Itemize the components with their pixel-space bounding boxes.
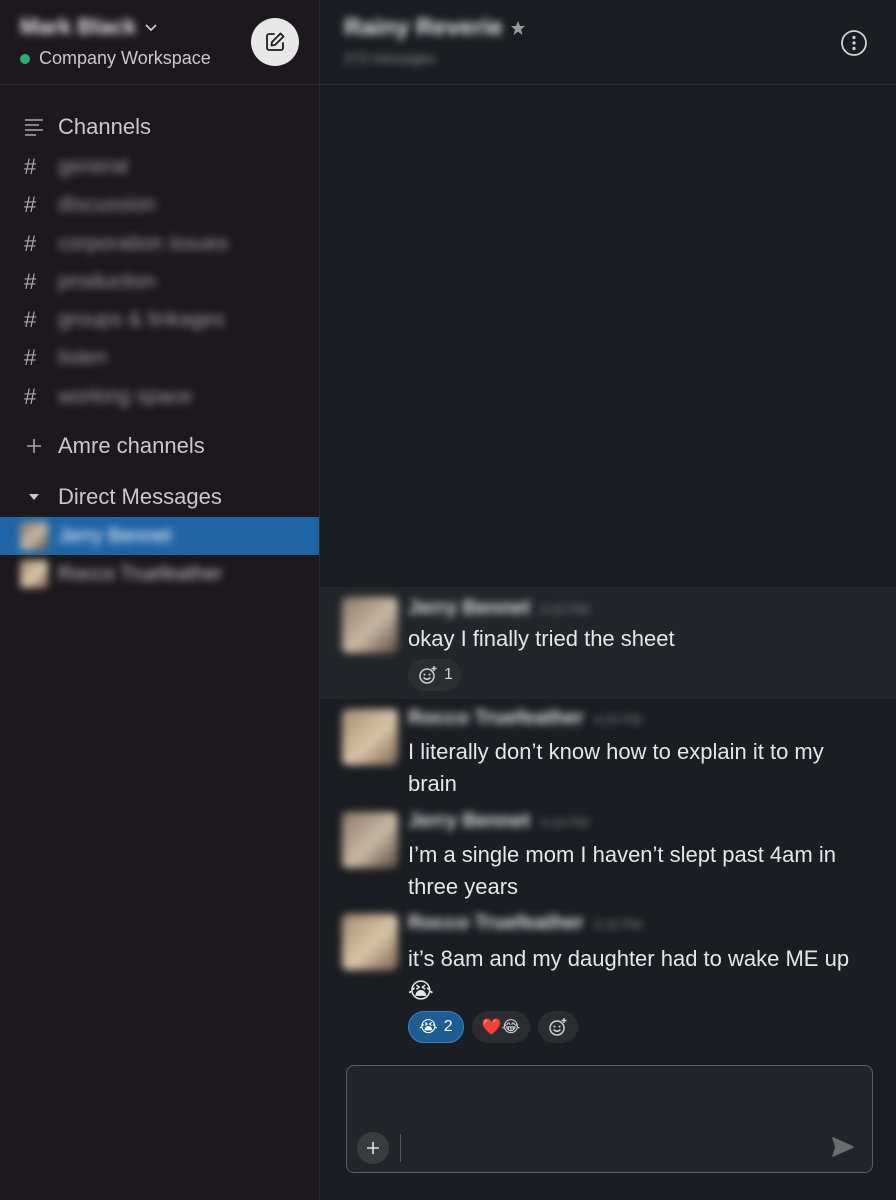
sidebar: Mark Black Company Workspace Channels # … xyxy=(0,0,320,1200)
avatar xyxy=(342,709,398,765)
avatar xyxy=(20,522,48,550)
channels-list-icon xyxy=(22,118,46,136)
message-item[interactable]: Rocco Truefeather 4:10 PM it’s 8am and m… xyxy=(320,910,896,1050)
heart-laugh-emoji-icon: ❤️😂 xyxy=(481,1019,521,1036)
channel-name: discussion xyxy=(58,193,157,216)
chevron-down-icon xyxy=(145,24,157,32)
reaction-heart-laugh-pill[interactable]: ❤️😂 xyxy=(471,1011,531,1043)
message-input[interactable] xyxy=(363,1078,853,1118)
attach-button[interactable] xyxy=(357,1132,389,1164)
caret-down-icon xyxy=(22,492,46,502)
sidebar-channel-listen[interactable]: # listen xyxy=(24,343,107,373)
avatar xyxy=(342,812,398,868)
conversation-subtitle: 273 messages xyxy=(344,50,436,66)
add-reaction-icon xyxy=(549,1018,567,1036)
workspace-user-name: Mark Black xyxy=(20,14,137,39)
compose-button[interactable] xyxy=(251,18,299,66)
hash-icon: # xyxy=(24,384,37,409)
add-channels-label: Amre channels xyxy=(58,433,205,458)
message-meta: Jerry Bennet 4:10 PM xyxy=(408,810,589,833)
channels-label: Channels xyxy=(58,114,151,139)
hash-icon: # xyxy=(24,307,37,332)
crying-emoji: 😭 xyxy=(408,978,434,1003)
reaction-count: 2 xyxy=(443,1018,453,1035)
sidebar-channel-discussion[interactable]: # discussion xyxy=(24,190,156,220)
crying-emoji-icon: 😭 xyxy=(419,1019,438,1036)
conversation-title-text: Rainy Reverie xyxy=(344,14,503,41)
reaction-bar: 1 xyxy=(408,659,461,691)
hash-icon: # xyxy=(24,192,37,217)
message-timestamp: 4:10 PM xyxy=(593,712,643,727)
reaction-crying-pill[interactable]: 😭 2 xyxy=(408,1011,464,1043)
message-composer[interactable] xyxy=(346,1065,873,1173)
message-text: okay I finally tried the sheet xyxy=(408,626,675,651)
sidebar-channel-general[interactable]: # general xyxy=(24,152,128,182)
conversation-pane: Rainy Reverie 273 messages Jerry Bennet … xyxy=(320,0,896,1200)
channel-name: groups & linkages xyxy=(58,308,225,331)
plus-icon xyxy=(22,437,46,455)
add-reaction-icon xyxy=(419,666,437,684)
message-item[interactable]: Jerry Bennet 4:10 PM okay I finally trie… xyxy=(320,587,896,699)
sidebar-channel-corporation-issues[interactable]: # corporation issues xyxy=(24,229,228,259)
hash-icon: # xyxy=(24,269,37,294)
avatar xyxy=(342,914,398,970)
message-timestamp: 4:10 PM xyxy=(593,917,643,932)
message-meta: Rocco Truefeather 4:10 PM xyxy=(408,912,642,935)
sidebar-channel-production[interactable]: # production xyxy=(24,267,156,297)
add-reaction-button[interactable] xyxy=(538,1011,579,1043)
conversation-title[interactable]: Rainy Reverie xyxy=(344,14,503,42)
message-author[interactable]: Jerry Bennet xyxy=(408,810,530,833)
hash-icon: # xyxy=(24,345,37,370)
message-author[interactable]: Rocco Truefeather xyxy=(408,707,584,730)
sidebar-dm-jerry[interactable]: Jerry Bennet xyxy=(0,517,319,555)
message-timestamp: 4:10 PM xyxy=(540,602,589,617)
reaction-count: 1 xyxy=(444,666,453,683)
channel-name: working space xyxy=(58,385,193,408)
channel-name: listen xyxy=(58,346,108,369)
online-status-dot xyxy=(20,53,30,64)
sidebar-channel-working-space[interactable]: # working space xyxy=(24,382,192,412)
hash-icon: # xyxy=(24,154,37,179)
hash-icon: # xyxy=(24,231,37,256)
message-timestamp: 4:10 PM xyxy=(540,815,589,830)
info-icon[interactable] xyxy=(840,29,868,57)
send-icon[interactable] xyxy=(831,1135,855,1159)
message-meta: Jerry Bennet 4:10 PM xyxy=(408,597,589,620)
workspace-name: Company Workspace xyxy=(39,48,211,68)
sidebar-channel-groups[interactable]: # groups & linkages xyxy=(24,305,225,335)
compose-icon xyxy=(266,32,285,51)
message-text: I literally don’t know how to explain it… xyxy=(408,739,824,796)
add-reaction-button[interactable]: 1 xyxy=(408,659,461,691)
message-author[interactable]: Jerry Bennet xyxy=(408,597,530,620)
star-icon[interactable] xyxy=(510,20,526,36)
channel-name: general xyxy=(58,155,129,178)
dm-name: Rocco Truefeather xyxy=(58,562,223,585)
workspace-subtitle: Company Workspace xyxy=(20,48,211,69)
channels-section-header[interactable]: Channels xyxy=(22,114,151,140)
message-item[interactable]: Jerry Bennet 4:10 PM I’m a single mom I … xyxy=(320,808,896,908)
direct-messages-section-header[interactable]: Direct Messages xyxy=(22,484,222,510)
message-text: I’m a single mom I haven’t slept past 4a… xyxy=(408,842,836,899)
sidebar-dm-rocco[interactable]: Rocco Truefeather xyxy=(0,555,319,593)
message-meta: Rocco Truefeather 4:10 PM xyxy=(408,707,642,730)
direct-messages-label: Direct Messages xyxy=(58,484,222,509)
sidebar-divider xyxy=(0,84,320,85)
avatar xyxy=(20,560,48,588)
channel-name: production xyxy=(58,270,157,293)
message-text-body: it’s 8am and my daughter had to wake ME … xyxy=(408,946,850,971)
reaction-bar: 😭 2 ❤️😂 xyxy=(408,1011,579,1043)
workspace-switcher[interactable]: Mark Black xyxy=(20,14,158,40)
message-author[interactable]: Rocco Truefeather xyxy=(408,912,584,935)
avatar xyxy=(342,597,398,653)
plus-icon xyxy=(367,1142,379,1154)
dm-name: Jerry Bennet xyxy=(58,524,172,547)
message-item[interactable]: Rocco Truefeather 4:10 PM I literally do… xyxy=(320,705,896,805)
composer-divider xyxy=(400,1134,401,1162)
header-divider xyxy=(320,84,896,85)
add-channels-button[interactable]: Amre channels xyxy=(22,433,205,459)
channel-name: corporation issues xyxy=(58,232,229,255)
message-text: it’s 8am and my daughter had to wake ME … xyxy=(408,943,878,1007)
